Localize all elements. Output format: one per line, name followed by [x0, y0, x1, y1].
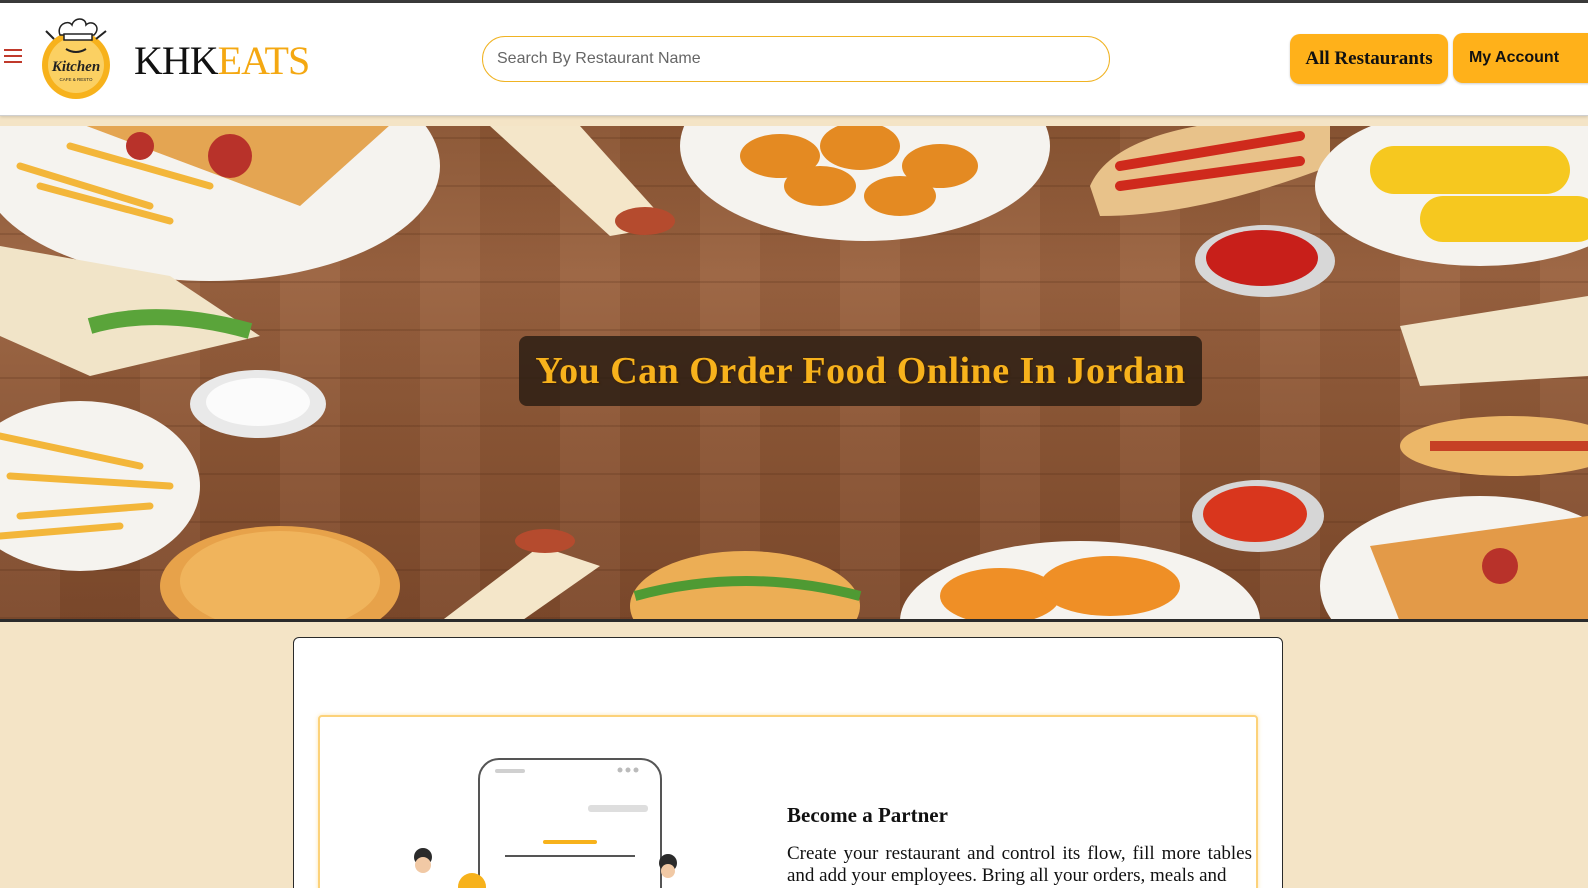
hamburger-menu-icon[interactable]	[4, 49, 22, 65]
partner-title: Become a Partner	[787, 803, 948, 827]
search-input[interactable]	[482, 36, 1110, 82]
my-account-button[interactable]: My Account	[1453, 33, 1588, 83]
brand-name[interactable]: KHKEATS	[134, 38, 311, 83]
hero-banner: You Can Order Food Online In Jordan	[0, 126, 1588, 622]
logo-subtext: CAFE & RESTO	[60, 77, 93, 82]
hero-headline-box: You Can Order Food Online In Jordan	[519, 336, 1202, 406]
kitchen-logo[interactable]: Kitchen CAFE & RESTO	[38, 17, 118, 101]
brand-part-2: EATS	[217, 38, 311, 83]
all-restaurants-button[interactable]: All Restaurants	[1290, 34, 1448, 84]
phone-illustration	[414, 758, 677, 888]
partner-description: Create your restaurant and control its f…	[787, 843, 1252, 886]
site-header: Kitchen CAFE & RESTO KHKEATS All Restaur…	[0, 3, 1588, 116]
logo-text: Kitchen	[51, 59, 100, 75]
hero-headline: You Can Order Food Online In Jordan	[535, 350, 1186, 392]
brand-part-1: KHK	[134, 38, 219, 83]
